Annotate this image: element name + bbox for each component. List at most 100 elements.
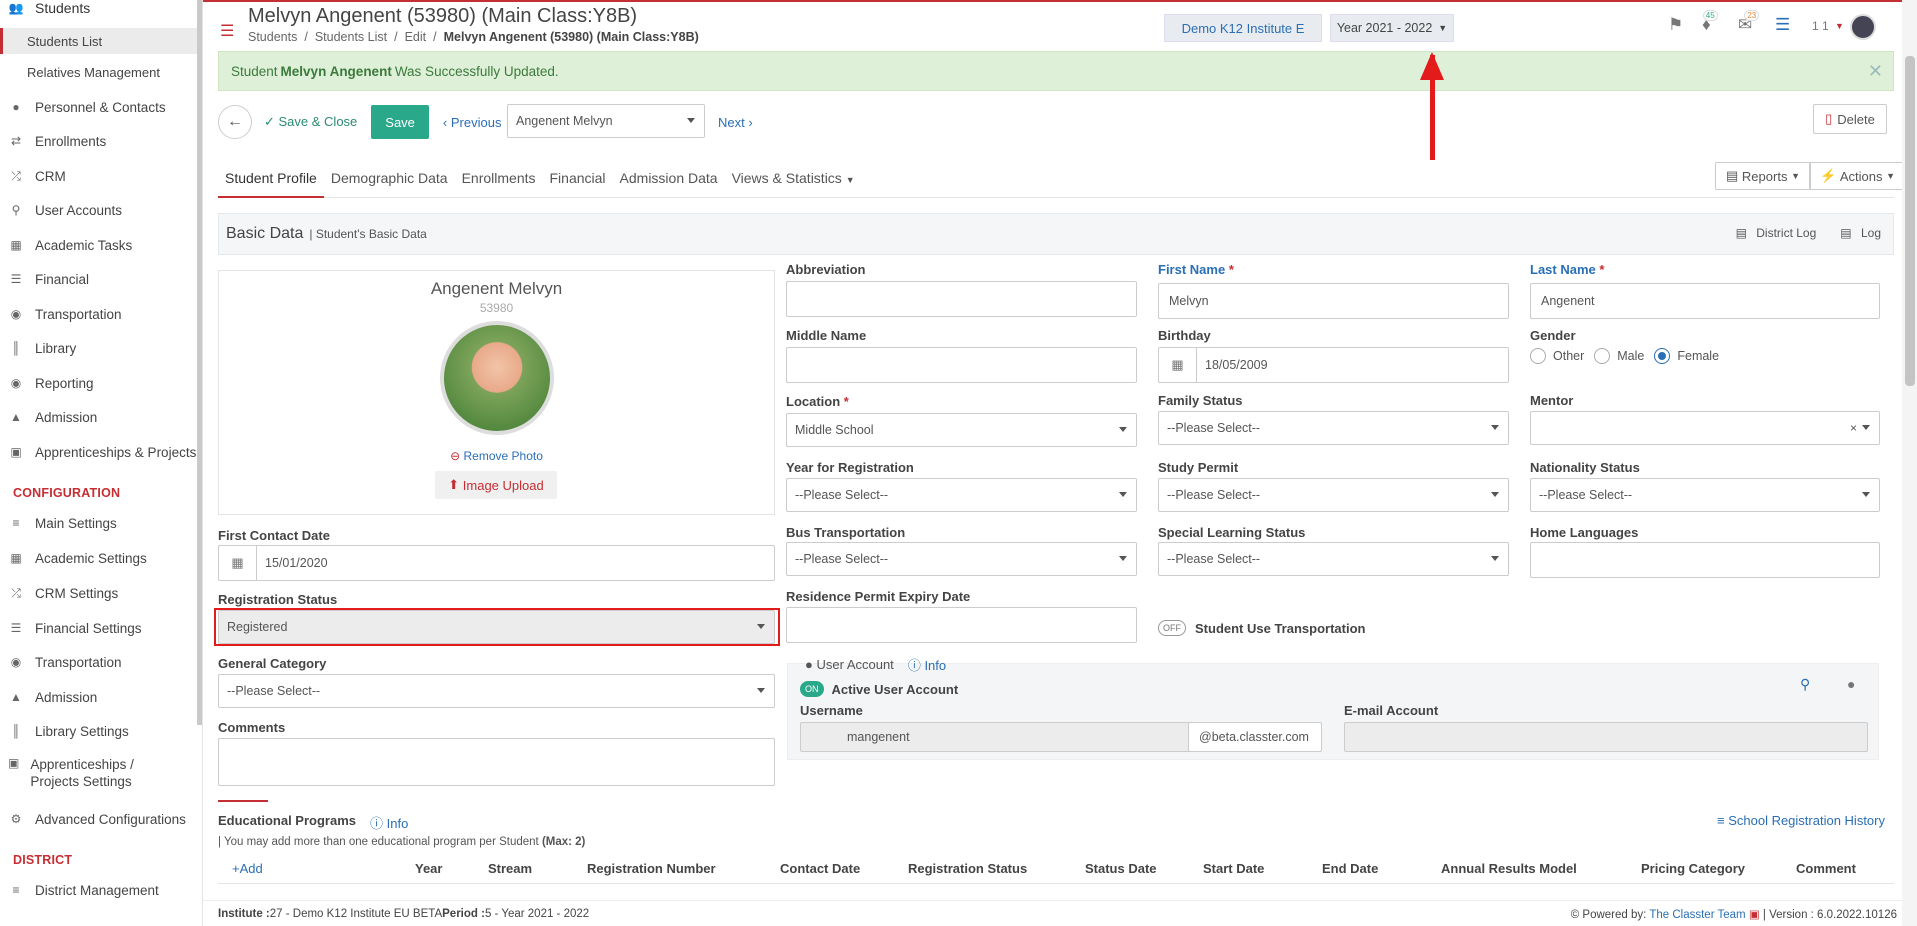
location-label-text: Location (786, 394, 841, 409)
sidebar-item-apprenticeships[interactable]: ▣ Apprenticeships & Projects (0, 439, 197, 465)
breadcrumb-students-list[interactable]: Students List (315, 30, 387, 44)
user-account-header: ● User Account ⓘ Info (805, 655, 946, 674)
general-category-select[interactable]: --Please Select-- (218, 674, 775, 708)
breadcrumb-students[interactable]: Students (248, 30, 297, 44)
avatar[interactable] (1850, 14, 1876, 40)
last-name-input[interactable]: Angenent (1530, 283, 1880, 319)
tab-demographic-data[interactable]: Demographic Data (324, 162, 455, 198)
residence-permit-input[interactable] (786, 607, 1137, 643)
sidebar-item-advanced-configurations[interactable]: ⚙ Advanced Configurations (0, 806, 197, 832)
mail-icon[interactable]: ✉ 23 (1738, 10, 1760, 35)
year-selector[interactable]: Year 2021 - 2022 ▼ (1330, 14, 1454, 42)
image-upload-button[interactable]: ⬆ Image Upload (435, 471, 557, 499)
sidebar-scrollbar[interactable] (197, 0, 202, 725)
sidebar-item-library-settings[interactable]: ║ Library Settings (0, 718, 197, 744)
sidebar-item-transportation[interactable]: ◉ Transportation (0, 301, 197, 327)
key-icon[interactable]: ⚲ (1800, 676, 1810, 693)
page-scrollbar-thumb[interactable] (1905, 56, 1915, 386)
reports-button[interactable]: ▤ Reports ▼ (1715, 162, 1811, 190)
sidebar-item-academic-tasks[interactable]: ▦ Academic Tasks (0, 232, 197, 258)
student-select[interactable]: Angenent Melvyn (507, 104, 705, 138)
sidebar-item-transportation-settings[interactable]: ◉ Transportation (0, 649, 197, 675)
gender-female-radio[interactable]: Female (1654, 348, 1719, 364)
clear-icon[interactable]: × (1850, 421, 1857, 435)
user-settings-icon[interactable]: ● (1847, 676, 1855, 692)
sidebar-item-students-list[interactable]: Students List (0, 28, 197, 54)
sidebar-item-crm[interactable]: ⤮ CRM (0, 163, 197, 189)
sidebar-item-district-management[interactable]: ≡ District Management (0, 877, 197, 903)
active-user-toggle[interactable]: ON (800, 681, 824, 697)
actions-button[interactable]: ⚡ Actions ▼ (1809, 162, 1906, 190)
study-permit-select[interactable]: --Please Select-- (1158, 478, 1509, 512)
bus-transportation-value: --Please Select-- (795, 552, 889, 566)
sidebar-item-apprenticeships-settings[interactable]: ▣ Apprenticeships / Projects Settings (0, 756, 197, 792)
delete-button[interactable]: ▯ Delete (1813, 104, 1887, 134)
layers-icon[interactable]: ☰ (1775, 15, 1790, 35)
breadcrumb-edit[interactable]: Edit (405, 30, 427, 44)
educational-programs-info-link[interactable]: ⓘ Info (370, 813, 408, 832)
comments-textarea[interactable] (218, 738, 775, 786)
mentor-select[interactable]: × (1530, 411, 1880, 445)
tab-student-profile[interactable]: Student Profile (218, 162, 324, 198)
list-icon: ≡ (12, 883, 20, 897)
sidebar-item-financial[interactable]: ☰ Financial (0, 266, 197, 292)
save-close-button[interactable]: ✓ Save & Close (264, 114, 357, 130)
hamburger-menu-icon[interactable]: ☰ (220, 21, 234, 41)
nationality-status-select[interactable]: --Please Select-- (1530, 478, 1880, 512)
email-account-input[interactable] (1344, 722, 1868, 752)
sidebar-item-reporting[interactable]: ◉ Reporting (0, 370, 197, 396)
column-header-pricing-category: Pricing Category (1641, 861, 1746, 876)
gender-other-radio[interactable]: Other (1530, 348, 1584, 364)
sidebar-item-main-settings[interactable]: ≡ Main Settings (0, 510, 197, 536)
tab-bar: Student Profile Demographic Data Enrollm… (218, 162, 1894, 198)
back-button[interactable]: ← (218, 105, 252, 139)
sidebar-item-library[interactable]: ║ Library (0, 335, 197, 361)
sidebar-item-financial-settings[interactable]: ☰ Financial Settings (0, 615, 197, 641)
sidebar-item-crm-settings[interactable]: ⤮ CRM Settings (0, 580, 197, 606)
user-account-info-link[interactable]: ⓘ Info (908, 655, 946, 674)
close-icon[interactable]: ✕ (1868, 61, 1883, 82)
tab-admission-data[interactable]: Admission Data (613, 162, 725, 198)
username-input[interactable]: mangenent (800, 722, 1190, 752)
sidebar-item-admission-settings[interactable]: ▲ Admission (0, 684, 197, 710)
sidebar-item-relatives-management[interactable]: Relatives Management (0, 59, 197, 85)
middle-name-input[interactable] (786, 347, 1137, 383)
sidebar-item-enrollments[interactable]: ⇄ Enrollments (0, 128, 197, 154)
first-name-input[interactable]: Melvyn (1158, 283, 1509, 319)
flag-icon[interactable]: ⚑ (1668, 15, 1683, 35)
user-menu-label[interactable]: 1 1 (1812, 19, 1829, 33)
bell-icon[interactable]: ♦ 45 (1702, 10, 1718, 35)
special-learning-select[interactable]: --Please Select-- (1158, 542, 1509, 576)
sidebar-item-admission[interactable]: ▲ Admission (0, 404, 197, 430)
first-contact-field[interactable]: ▦ 15/01/2020 (218, 545, 775, 581)
add-program-button[interactable]: +Add (232, 861, 263, 876)
save-button[interactable]: Save (371, 105, 429, 139)
use-transportation-toggle[interactable]: OFF (1158, 620, 1186, 636)
next-button[interactable]: Next › (718, 115, 753, 130)
location-select[interactable]: Middle School (786, 413, 1137, 447)
school-registration-history-link[interactable]: ≡ School Registration History (1717, 813, 1885, 828)
bus-transportation-select[interactable]: --Please Select-- (786, 542, 1137, 576)
sidebar-item-user-accounts[interactable]: ⚲ User Accounts (0, 197, 197, 223)
breadcrumb-separator: / (394, 30, 398, 44)
birthday-field[interactable]: ▦ 18/05/2009 (1158, 347, 1509, 383)
bus-icon: ◉ (10, 307, 22, 321)
institute-selector[interactable]: Demo K12 Institute E (1164, 14, 1322, 42)
footer-team-link[interactable]: The Classter Team (1649, 909, 1745, 921)
abbreviation-input[interactable] (786, 281, 1137, 317)
gender-male-radio[interactable]: Male (1594, 348, 1644, 364)
home-languages-input[interactable] (1530, 542, 1880, 578)
family-status-select[interactable]: --Please Select-- (1158, 411, 1509, 445)
remove-photo-link[interactable]: ⊖ Remove Photo (219, 449, 774, 463)
previous-button[interactable]: ‹ Previous (443, 115, 502, 130)
year-registration-select[interactable]: --Please Select-- (786, 478, 1137, 512)
student-photo (440, 321, 554, 435)
sidebar-item-academic-settings[interactable]: ▦ Academic Settings (0, 545, 197, 571)
tab-enrollments[interactable]: Enrollments (455, 162, 543, 198)
sidebar-item-personnel[interactable]: ● Personnel & Contacts (0, 94, 197, 120)
log-link[interactable]: ▤ Log (1840, 226, 1881, 240)
sidebar-item-students[interactable]: 👥 Students (0, 0, 197, 21)
tab-financial[interactable]: Financial (543, 162, 613, 198)
tab-views-statistics[interactable]: Views & Statistics ▼ (725, 162, 862, 198)
district-log-link[interactable]: ▤ District Log (1736, 226, 1817, 240)
